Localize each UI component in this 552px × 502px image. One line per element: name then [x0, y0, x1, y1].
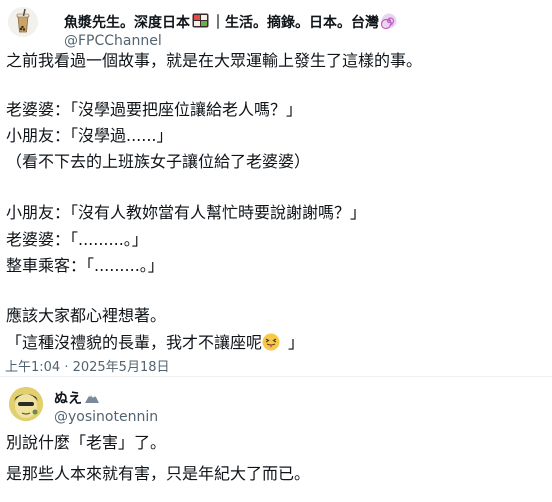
mountain-emoji-icon	[84, 389, 100, 409]
bubble-tea-avatar[interactable]	[8, 7, 38, 37]
text-line-with-emoji: 「這種沒禮貌的長輩，我才不讓座呢 」	[6, 330, 304, 359]
text-line: 小朋友：「沒學過......」	[6, 126, 173, 145]
display-name-part-1: 魚漿先生。深度日本	[64, 15, 190, 31]
tongue-emoji-icon	[262, 333, 280, 359]
display-name-part-2: ｜生活。摘錄。日本。台灣	[211, 15, 379, 31]
timestamp[interactable]: 上午1:04 · 2025年5月18日	[5, 356, 170, 375]
display-name[interactable]: 魚漿先生。深度日本 ｜生活。摘錄。日本。台灣	[64, 12, 399, 33]
text-line: 整車乘客：「.........。」	[6, 256, 164, 275]
divider	[0, 376, 552, 377]
handle[interactable]: @yosinotennin	[54, 409, 158, 425]
display-name[interactable]: ぬえ	[54, 388, 100, 409]
text-line: 別說什麼「老害」了。	[6, 433, 167, 452]
spiral-emoji-icon	[380, 13, 397, 33]
text-line: 是那些人本來就有害，只是年紀大了而已。	[6, 464, 311, 483]
text-fragment: 「這種沒禮貌的長輩，我才不讓座呢	[6, 333, 263, 352]
display-name-text: ぬえ	[54, 391, 82, 407]
text-line: 小朋友：「沒有人教妳當有人幫忙時要說謝謝嗎？」	[6, 203, 367, 222]
handle[interactable]: @FPCChannel	[64, 33, 162, 49]
text-line: 應該大家都心裡想著。	[6, 306, 167, 325]
text-line: 老婆婆：「.........。」	[6, 230, 148, 249]
text-line: （看不下去的上班族女子讓位給了老婆婆）	[6, 152, 311, 171]
text-line: 老婆婆：「沒學過要把座位讓給老人嗎？」	[6, 100, 303, 119]
text-fragment: 」	[288, 333, 305, 352]
cartoon-avatar[interactable]	[9, 387, 43, 421]
bento-emoji-icon	[192, 12, 209, 33]
text-line: 之前我看過一個故事，就是在大眾運輸上發生了這樣的事。	[6, 51, 423, 70]
